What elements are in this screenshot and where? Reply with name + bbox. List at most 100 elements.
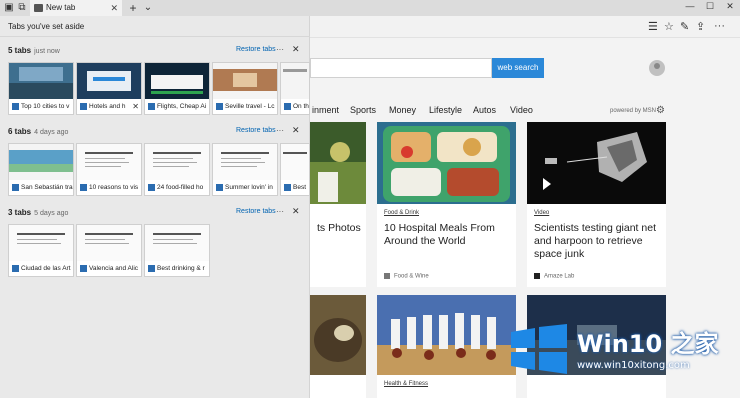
tab-new-tab[interactable]: New tab ✕ bbox=[30, 0, 122, 16]
maximize-button[interactable]: ☐ bbox=[703, 1, 717, 12]
news-card-animal[interactable] bbox=[310, 295, 366, 398]
news-card-space-junk[interactable]: Video Scientists testing giant net and h… bbox=[527, 122, 666, 287]
lonely-planet-icon bbox=[12, 184, 19, 191]
hospital-meal-photo bbox=[377, 122, 516, 204]
close-icon[interactable]: ✕ bbox=[292, 125, 300, 136]
lonely-planet-icon bbox=[12, 265, 19, 272]
tabs-aside-icon[interactable]: ▣ bbox=[3, 2, 15, 14]
tab-thumbnail[interactable]: Hotels and h ✕ bbox=[76, 62, 142, 115]
fitness-class-photo bbox=[377, 295, 516, 375]
tab-thumbnail[interactable]: Best bbox=[280, 143, 310, 196]
card-category[interactable]: Video bbox=[534, 210, 549, 216]
favorites-icon[interactable]: ☆ bbox=[664, 20, 674, 33]
lonely-planet-icon bbox=[80, 265, 87, 272]
tab-preview-chevron-icon[interactable]: ⌄ bbox=[142, 2, 154, 14]
tab-thumbnail[interactable]: 10 reasons to vis bbox=[76, 143, 142, 196]
tab-thumbnail[interactable]: On th bbox=[280, 62, 310, 115]
tab-thumbnail[interactable]: Ciudad de las Art bbox=[8, 224, 74, 277]
close-icon[interactable]: ✕ bbox=[292, 44, 300, 55]
lonely-planet-icon bbox=[80, 184, 87, 191]
tab-thumbnail[interactable]: Valencia and Alic bbox=[76, 224, 142, 277]
nav-money[interactable]: Money bbox=[389, 105, 416, 115]
tab-thumbnail[interactable]: Summer lovin' in bbox=[212, 143, 278, 196]
panel-title: Tabs you've set aside bbox=[8, 22, 85, 31]
tab-title: Seville travel - Lc bbox=[225, 103, 275, 110]
tab-title: New tab bbox=[46, 3, 76, 12]
tab-thumbnail[interactable]: 24 food-filled ho bbox=[144, 143, 210, 196]
lonely-planet-icon bbox=[12, 103, 19, 110]
lonely-planet-icon bbox=[284, 184, 291, 191]
nav-sports[interactable]: Sports bbox=[350, 105, 376, 115]
gear-icon[interactable]: ⚙ bbox=[656, 105, 665, 116]
tab-title: Best bbox=[293, 184, 307, 191]
lonely-planet-icon bbox=[216, 184, 223, 191]
tab-title: Hotels and h bbox=[89, 103, 126, 110]
tabs-aside-panel: Tabs you've set aside 5 tabs just now Res… bbox=[0, 16, 310, 398]
group-header: 5 tabs just now bbox=[8, 46, 60, 55]
windows-logo-icon bbox=[511, 324, 567, 374]
source-logo-icon bbox=[384, 273, 390, 279]
restore-tabs-link[interactable]: Restore tabs bbox=[236, 46, 276, 53]
news-card-health[interactable]: Health & Fitness bbox=[377, 295, 516, 398]
nav-lifestyle[interactable]: Lifestyle bbox=[429, 105, 462, 115]
card-title: 10 Hospital Meals From Around the World bbox=[384, 222, 495, 247]
watermark: Win10 之家 www.win10xitong.com bbox=[505, 318, 740, 398]
space-net-photo bbox=[527, 122, 666, 204]
more-icon[interactable]: ··· bbox=[276, 45, 284, 54]
group-header: 3 tabs 5 days ago bbox=[8, 208, 69, 217]
lonely-planet-icon bbox=[284, 103, 291, 110]
share-icon[interactable]: ⇪ bbox=[696, 20, 705, 33]
tab-thumbnail[interactable]: San Sebastián tra bbox=[8, 143, 74, 196]
tab-thumbnail[interactable]: Top 10 cities to v bbox=[8, 62, 74, 115]
tab-title: Top 10 cities to v bbox=[21, 103, 70, 110]
card-title: ts Photos bbox=[317, 222, 361, 234]
news-card-hospital-meals[interactable]: Food & Drink 10 Hospital Meals From Arou… bbox=[377, 122, 516, 287]
lonely-planet-icon bbox=[148, 265, 155, 272]
watermark-brand: Win10 之家 bbox=[577, 330, 719, 358]
group-header: 6 tabs 4 days ago bbox=[8, 127, 69, 136]
restore-tabs-link[interactable]: Restore tabs bbox=[236, 208, 276, 215]
new-tab-button[interactable]: + bbox=[127, 2, 139, 14]
reading-icon[interactable]: ☰ bbox=[648, 20, 658, 33]
lonely-planet-icon bbox=[216, 103, 223, 110]
tab-title: Valencia and Alic bbox=[89, 265, 139, 272]
tab-title: 24 food-filled ho bbox=[157, 184, 204, 191]
close-tab-icon[interactable]: ✕ bbox=[132, 99, 139, 114]
card-source: Food & Wine bbox=[384, 273, 429, 280]
card-category[interactable]: Food & Drink bbox=[384, 210, 419, 216]
tab-title: Best drinking & r bbox=[157, 265, 205, 272]
set-aside-icon[interactable]: ⧉ bbox=[16, 2, 28, 14]
watermark-url: www.win10xitong.com bbox=[577, 360, 690, 371]
tab-title: Ciudad de las Art bbox=[21, 265, 71, 272]
tab-title: Flights, Cheap Ai bbox=[157, 103, 207, 110]
web-search-button[interactable]: web search bbox=[492, 58, 544, 78]
powered-by-msn: powered by MSN bbox=[610, 108, 657, 114]
avatar[interactable] bbox=[649, 60, 665, 76]
card-category[interactable]: Health & Fitness bbox=[384, 381, 428, 387]
tab-title: On th bbox=[293, 103, 309, 110]
card-source: Amaze Lab bbox=[534, 273, 574, 280]
nav-entertainment[interactable]: inment bbox=[312, 105, 339, 115]
animal-photo bbox=[310, 295, 366, 375]
more-icon[interactable]: ··· bbox=[714, 20, 725, 32]
tab-thumbnail[interactable]: Flights, Cheap Ai bbox=[144, 62, 210, 115]
restore-tabs-link[interactable]: Restore tabs bbox=[236, 127, 276, 134]
divider bbox=[0, 36, 310, 37]
nav-video[interactable]: Video bbox=[510, 105, 533, 115]
lonely-planet-icon bbox=[80, 103, 87, 110]
notes-icon[interactable]: ✎ bbox=[680, 20, 689, 33]
close-tab-icon[interactable]: ✕ bbox=[110, 0, 118, 16]
tab-title: Summer lovin' in bbox=[225, 184, 273, 191]
more-icon[interactable]: ··· bbox=[276, 207, 284, 216]
tab-thumbnail[interactable]: Seville travel - Lc bbox=[212, 62, 278, 115]
new-tab-favicon-icon bbox=[34, 4, 43, 12]
tab-title: San Sebastián tra bbox=[21, 184, 73, 191]
close-icon[interactable]: ✕ bbox=[292, 206, 300, 217]
close-window-button[interactable]: ✕ bbox=[723, 1, 737, 12]
card-title: Scientists testing giant net and harpoon… bbox=[534, 222, 656, 260]
title-bar: ▣ ⧉ New tab ✕ + ⌄ — ☐ ✕ bbox=[0, 0, 740, 16]
more-icon[interactable]: ··· bbox=[276, 126, 284, 135]
minimize-button[interactable]: — bbox=[683, 1, 697, 11]
tab-thumbnail[interactable]: Best drinking & r bbox=[144, 224, 210, 277]
nav-autos[interactable]: Autos bbox=[473, 105, 496, 115]
